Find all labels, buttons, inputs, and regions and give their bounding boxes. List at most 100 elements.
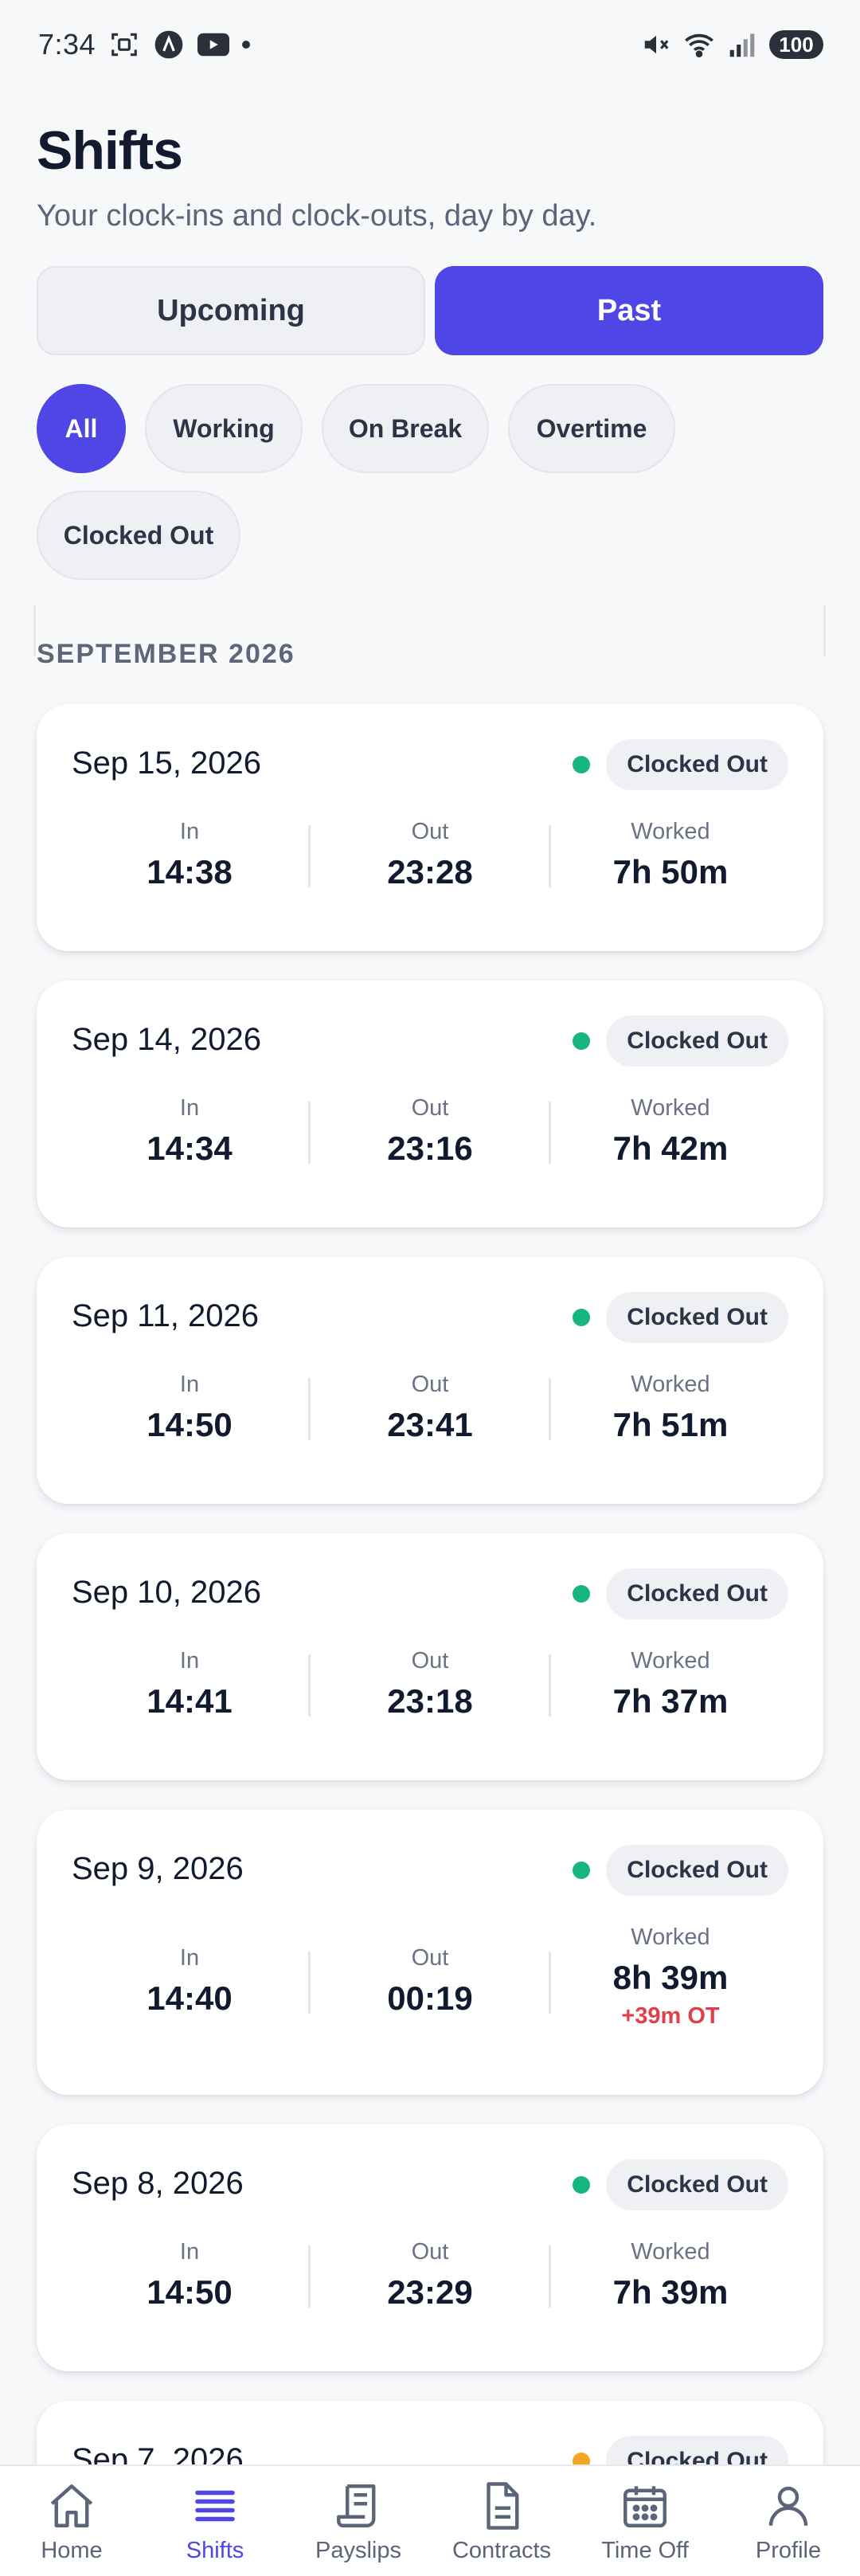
worked-duration: 7h 50m <box>612 853 729 891</box>
worked-duration: 7h 51m <box>612 1406 729 1443</box>
list-edge-left <box>33 605 36 656</box>
status-badge-group: Clocked Out <box>573 2159 788 2210</box>
nav-label: Time Off <box>601 2538 689 2563</box>
section-header-month: SEPTEMBER 2026 <box>37 639 295 669</box>
worked-column: Worked 8h 39m +39m OT <box>551 1924 790 2030</box>
youtube-icon <box>197 29 230 61</box>
clock-in-label: In <box>179 819 200 844</box>
signal-icon <box>726 29 758 61</box>
shift-date: Sep 8, 2026 <box>72 2166 244 2201</box>
clock-out-time: 23:29 <box>387 2273 473 2311</box>
clock-in-time: 14:50 <box>147 1406 233 1443</box>
nav-item-profile[interactable]: Profile <box>717 2466 860 2576</box>
nav-item-shifts[interactable]: Shifts <box>143 2466 287 2576</box>
clock-in-label: In <box>179 1372 200 1397</box>
shift-card[interactable]: Sep 14, 2026 Clocked Out In 14:34 Out 23… <box>37 981 823 1227</box>
battery-indicator: 100 <box>769 30 823 59</box>
status-badge-group: Clocked Out <box>573 1845 788 1896</box>
nav-label: Contracts <box>452 2538 552 2563</box>
worked-duration: 8h 39m <box>612 1959 729 1996</box>
clock-in-label: In <box>179 1648 200 1674</box>
filter-chip-all[interactable]: All <box>37 384 126 473</box>
status-badge: Clocked Out <box>606 1016 788 1067</box>
clock-in-column: In 14:34 <box>70 1095 309 1168</box>
worked-column: Worked 7h 42m <box>551 1095 790 1168</box>
wifi-icon <box>683 29 715 61</box>
clock-out-column: Out 23:41 <box>311 1372 549 1444</box>
document-icon <box>470 2477 534 2535</box>
status-badge: Clocked Out <box>606 1845 788 1896</box>
clock-out-time: 23:18 <box>387 1682 473 1720</box>
nav-item-payslips[interactable]: Payslips <box>287 2466 430 2576</box>
status-left: 7:34 <box>38 28 251 61</box>
filter-chip-overtime[interactable]: Overtime <box>508 384 675 473</box>
status-dot-icon <box>573 1309 591 1326</box>
worked-column: Worked 7h 37m <box>551 1648 790 1721</box>
worked-label: Worked <box>631 1372 710 1397</box>
worked-label: Worked <box>631 1924 710 1950</box>
filter-chip-working[interactable]: Working <box>145 384 303 473</box>
status-dot-icon <box>573 1862 591 1879</box>
nav-item-home[interactable]: Home <box>0 2466 143 2576</box>
clock-out-label: Out <box>411 1372 449 1397</box>
clock-out-label: Out <box>411 1095 449 1121</box>
clock-in-label: In <box>179 2239 200 2265</box>
shift-date: Sep 10, 2026 <box>72 1575 261 1610</box>
status-badge-group: Clocked Out <box>573 1568 788 1619</box>
status-dot-icon <box>573 2176 591 2194</box>
clock-out-time: 00:19 <box>387 1979 473 2017</box>
clock-out-label: Out <box>411 2239 449 2265</box>
home-icon <box>40 2477 104 2535</box>
clock-out-column: Out 00:19 <box>311 1945 549 2018</box>
worked-label: Worked <box>631 819 710 844</box>
shift-date: Sep 14, 2026 <box>72 1022 261 1057</box>
screenshot-icon <box>108 29 140 61</box>
clock-out-column: Out 23:18 <box>311 1648 549 1721</box>
nav-item-contracts[interactable]: Contracts <box>430 2466 573 2576</box>
shift-date: Sep 9, 2026 <box>72 1851 244 1886</box>
filter-chip-clocked-out[interactable]: Clocked Out <box>37 491 240 580</box>
nav-label: Payslips <box>315 2538 401 2563</box>
tab-past[interactable]: Past <box>435 266 823 355</box>
clock-out-label: Out <box>411 1648 449 1674</box>
clock-in-time: 14:38 <box>147 853 233 891</box>
calendar-icon <box>613 2477 677 2535</box>
status-dot-icon <box>573 1585 591 1603</box>
worked-column: Worked 7h 51m <box>551 1372 790 1444</box>
shift-card[interactable]: Sep 11, 2026 Clocked Out In 14:50 Out 23… <box>37 1257 823 1504</box>
clock-out-label: Out <box>411 819 449 844</box>
shift-date: Sep 15, 2026 <box>72 746 261 781</box>
status-dot-icon <box>573 1032 591 1050</box>
clock-in-column: In 14:50 <box>70 1372 309 1444</box>
clock-in-time: 14:41 <box>147 1682 233 1720</box>
list-edge-right <box>823 605 826 656</box>
status-badge-group: Clocked Out <box>573 739 788 790</box>
clock-in-time: 14:34 <box>147 1129 233 1167</box>
bottom-nav: Home Shifts Payslips Contracts Time Off … <box>0 2464 860 2576</box>
shift-date: Sep 11, 2026 <box>72 1298 260 1333</box>
worked-duration: 7h 37m <box>612 1682 729 1720</box>
tab-upcoming[interactable]: Upcoming <box>37 266 425 355</box>
shift-card[interactable]: Sep 15, 2026 Clocked Out In 14:38 Out 23… <box>37 704 823 951</box>
clock-in-column: In 14:41 <box>70 1648 309 1721</box>
worked-label: Worked <box>631 1648 710 1674</box>
nav-item-time-off[interactable]: Time Off <box>573 2466 717 2576</box>
worked-column: Worked 7h 50m <box>551 819 790 891</box>
clock-out-column: Out 23:29 <box>311 2239 549 2312</box>
status-badge: Clocked Out <box>606 1568 788 1619</box>
person-icon <box>756 2477 820 2535</box>
nav-label: Shifts <box>186 2538 244 2563</box>
worked-label: Worked <box>631 1095 710 1121</box>
page-subtitle: Your clock-ins and clock-outs, day by da… <box>37 199 597 233</box>
shift-card[interactable]: Sep 9, 2026 Clocked Out In 14:40 Out 00:… <box>37 1810 823 2095</box>
clock-out-time: 23:28 <box>387 853 473 891</box>
clock-in-label: In <box>179 1945 200 1971</box>
overtime-label: +39m OT <box>621 2003 720 2029</box>
filter-chip-on-break[interactable]: On Break <box>322 384 489 473</box>
status-dot-icon <box>573 756 591 773</box>
app-logo-icon <box>153 29 185 61</box>
receipt-icon <box>326 2477 390 2535</box>
shift-card[interactable]: Sep 10, 2026 Clocked Out In 14:41 Out 23… <box>37 1533 823 1780</box>
shift-card[interactable]: Sep 8, 2026 Clocked Out In 14:50 Out 23:… <box>37 2124 823 2371</box>
mute-icon <box>640 29 672 61</box>
